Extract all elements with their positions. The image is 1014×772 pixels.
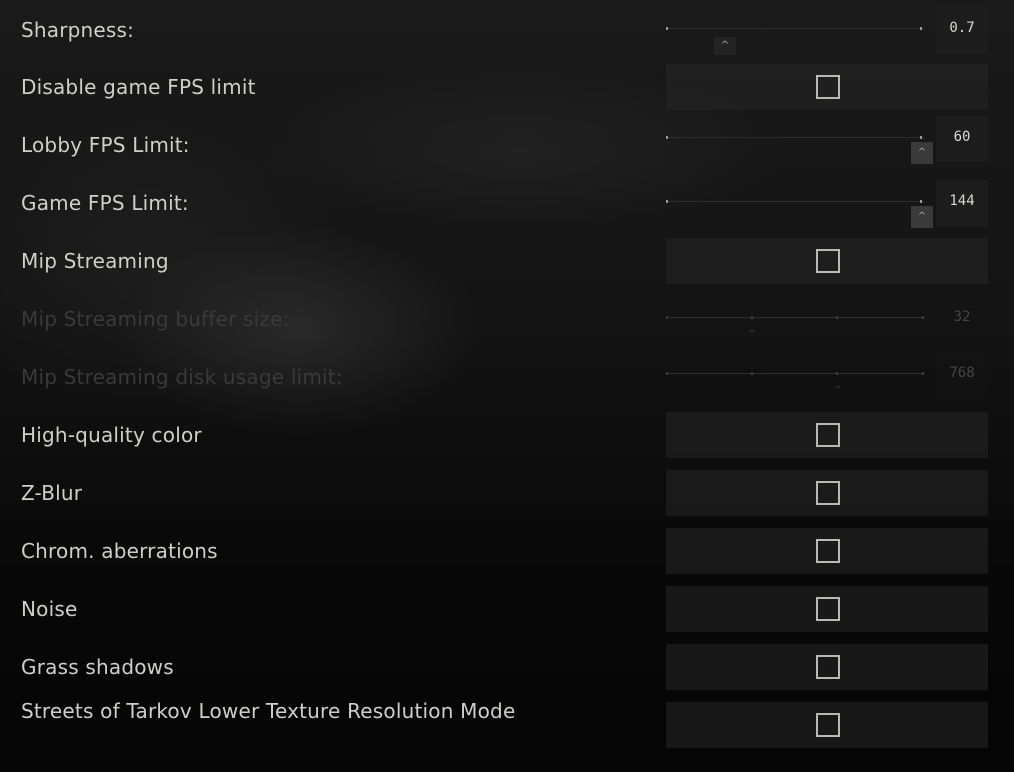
slider-tick bbox=[920, 27, 922, 30]
streets-lower-texture-checkbox[interactable] bbox=[816, 713, 840, 737]
slider-track bbox=[666, 28, 924, 29]
checkbox-cell[interactable] bbox=[666, 470, 988, 516]
slider-tick bbox=[922, 316, 924, 319]
setting-row-mip-streaming: Mip Streaming bbox=[0, 238, 1014, 284]
game-fps-slider[interactable]: ^ bbox=[666, 180, 933, 228]
setting-row-chrom-aberrations: Chrom. aberrations bbox=[0, 528, 1014, 574]
grass-shadows-checkbox[interactable] bbox=[816, 655, 840, 679]
checkbox-cell[interactable] bbox=[666, 528, 988, 574]
game-fps-value[interactable]: 144 bbox=[936, 180, 988, 226]
setting-row-z-blur: Z-Blur bbox=[0, 470, 1014, 516]
lobby-fps-value[interactable]: 60 bbox=[936, 116, 988, 162]
slider-handle-icon[interactable]: ^ bbox=[911, 142, 933, 164]
chrom-aberrations-checkbox[interactable] bbox=[816, 539, 840, 563]
slider-handle-icon[interactable]: ^ bbox=[714, 37, 736, 55]
z-blur-checkbox[interactable] bbox=[816, 481, 840, 505]
setting-label-game-fps: Game FPS Limit: bbox=[21, 191, 189, 215]
mip-buffer-slider: ^ bbox=[666, 296, 924, 342]
setting-label-z-blur: Z-Blur bbox=[21, 481, 83, 505]
slider-tick bbox=[836, 316, 838, 319]
setting-row-sharpness: Sharpness: ^ 0.7 bbox=[0, 7, 1014, 55]
setting-label-grass-shadows: Grass shadows bbox=[21, 655, 174, 679]
setting-label-chrom-aberrations: Chrom. aberrations bbox=[21, 539, 218, 563]
mip-disk-slider: ^ bbox=[666, 352, 924, 398]
graphics-settings-list: Sharpness: ^ 0.7 Disable game FPS limit … bbox=[0, 0, 1014, 772]
setting-row-mip-disk: Mip Streaming disk usage limit: ^ 768 bbox=[0, 352, 1014, 398]
slider-tick bbox=[666, 372, 668, 375]
disable-fps-limit-checkbox[interactable] bbox=[816, 75, 840, 99]
setting-label-mip-buffer: Mip Streaming buffer size: bbox=[21, 307, 290, 331]
slider-tick bbox=[922, 372, 924, 375]
sharpness-value[interactable]: 0.7 bbox=[936, 7, 988, 53]
setting-label-sharpness: Sharpness: bbox=[21, 18, 135, 42]
slider-handle-icon[interactable]: ^ bbox=[911, 206, 933, 228]
slider-track bbox=[666, 201, 924, 202]
setting-label-disable-fps-limit: Disable game FPS limit bbox=[21, 75, 256, 99]
setting-row-lobby-fps: Lobby FPS Limit: ^ 60 bbox=[0, 116, 1014, 164]
slider-track bbox=[666, 137, 924, 138]
slider-tick bbox=[920, 136, 922, 139]
sharpness-slider[interactable]: ^ bbox=[666, 7, 924, 55]
slider-handle-icon: ^ bbox=[747, 329, 757, 340]
lobby-fps-slider[interactable]: ^ bbox=[666, 116, 933, 164]
slider-tick bbox=[666, 200, 668, 203]
mip-buffer-value: 32 bbox=[936, 296, 988, 342]
slider-tick bbox=[751, 316, 753, 319]
setting-row-noise: Noise bbox=[0, 586, 1014, 632]
slider-tick bbox=[666, 27, 668, 30]
hq-color-checkbox[interactable] bbox=[816, 423, 840, 447]
setting-label-noise: Noise bbox=[21, 597, 78, 621]
setting-row-streets-lower-texture: Streets of Tarkov Lower Texture Resoluti… bbox=[0, 699, 1014, 748]
slider-tick bbox=[920, 200, 922, 203]
setting-label-mip-streaming: Mip Streaming bbox=[21, 249, 169, 273]
mip-disk-value: 768 bbox=[936, 352, 988, 398]
slider-handle-icon: ^ bbox=[833, 385, 843, 396]
slider-track bbox=[666, 317, 924, 318]
slider-track bbox=[666, 373, 924, 374]
noise-checkbox[interactable] bbox=[816, 597, 840, 621]
setting-label-mip-disk: Mip Streaming disk usage limit: bbox=[21, 365, 343, 389]
mip-streaming-checkbox[interactable] bbox=[816, 249, 840, 273]
setting-label-lobby-fps: Lobby FPS Limit: bbox=[21, 133, 190, 157]
setting-row-game-fps: Game FPS Limit: ^ 144 bbox=[0, 180, 1014, 228]
setting-label-streets-lower-texture: Streets of Tarkov Lower Texture Resoluti… bbox=[21, 699, 516, 723]
checkbox-cell[interactable] bbox=[666, 64, 988, 110]
checkbox-cell[interactable] bbox=[666, 238, 988, 284]
checkbox-cell[interactable] bbox=[666, 412, 988, 458]
checkbox-cell[interactable] bbox=[666, 702, 988, 748]
slider-tick bbox=[836, 372, 838, 375]
setting-row-hq-color: High-quality color bbox=[0, 412, 1014, 458]
setting-row-grass-shadows: Grass shadows bbox=[0, 644, 1014, 690]
checkbox-cell[interactable] bbox=[666, 586, 988, 632]
slider-tick bbox=[751, 372, 753, 375]
setting-label-hq-color: High-quality color bbox=[21, 423, 202, 447]
checkbox-cell[interactable] bbox=[666, 644, 988, 690]
setting-row-disable-fps-limit: Disable game FPS limit bbox=[0, 64, 1014, 110]
setting-row-mip-buffer: Mip Streaming buffer size: ^ 32 bbox=[0, 296, 1014, 342]
slider-tick bbox=[666, 136, 668, 139]
slider-tick bbox=[666, 316, 668, 319]
